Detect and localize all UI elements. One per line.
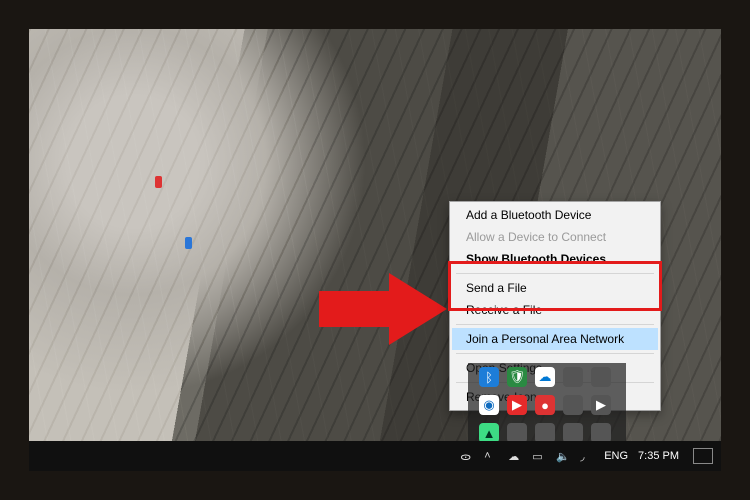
clock[interactable]: 7:35 PM [638,450,679,462]
tray-icon[interactable] [591,423,611,443]
taskbar: ᯣ ˄ ☁ ▭ 🔈 ◞ ENG 7:35 PM [29,441,721,471]
wallpaper-climber-blue [185,237,192,249]
teamviewer-icon[interactable]: ◉ [479,395,499,415]
tray-icon-red[interactable]: ● [535,395,555,415]
tray-icon[interactable] [591,367,611,387]
action-center-icon[interactable] [693,448,713,464]
tray-chevron-up-icon[interactable]: ˄ [484,450,498,462]
wifi-icon[interactable]: ◞ [580,450,594,463]
onedrive-taskbar-icon[interactable]: ☁ [508,450,522,463]
android-icon[interactable]: ▲ [479,423,499,443]
annotation-highlight-box [448,261,662,311]
youtube-icon[interactable]: ▶ [507,395,527,415]
wallpaper-climber-red [155,176,162,188]
tray-icon[interactable] [563,395,583,415]
defender-icon[interactable]: 🛡 [507,367,527,387]
tray-icon[interactable] [563,367,583,387]
network-icon[interactable]: ▭ [532,450,546,463]
system-tray-overflow[interactable]: ᛒ 🛡 ☁ ◉ ▶ ● ▶ ▲ [468,363,626,443]
people-icon[interactable]: ᯣ [460,449,474,464]
bluetooth-icon[interactable]: ᛒ [479,367,499,387]
desktop: Add a Bluetooth Device Allow a Device to… [29,29,721,471]
tray-icon[interactable] [507,423,527,443]
menu-separator [456,353,654,354]
menu-separator [456,324,654,325]
menu-allow-device-connect: Allow a Device to Connect [452,226,658,248]
menu-join-pan[interactable]: Join a Personal Area Network [452,328,658,350]
menu-add-bluetooth-device[interactable]: Add a Bluetooth Device [452,204,658,226]
tray-icon[interactable] [563,423,583,443]
language-indicator[interactable]: ENG [604,450,628,462]
volume-icon[interactable]: 🔈 [556,450,570,463]
taskbar-system-area: ᯣ ˄ ☁ ▭ 🔈 ◞ ENG 7:35 PM [460,448,713,464]
tray-icon[interactable]: ▶ [591,395,611,415]
tray-icon[interactable] [535,423,555,443]
onedrive-icon[interactable]: ☁ [535,367,555,387]
